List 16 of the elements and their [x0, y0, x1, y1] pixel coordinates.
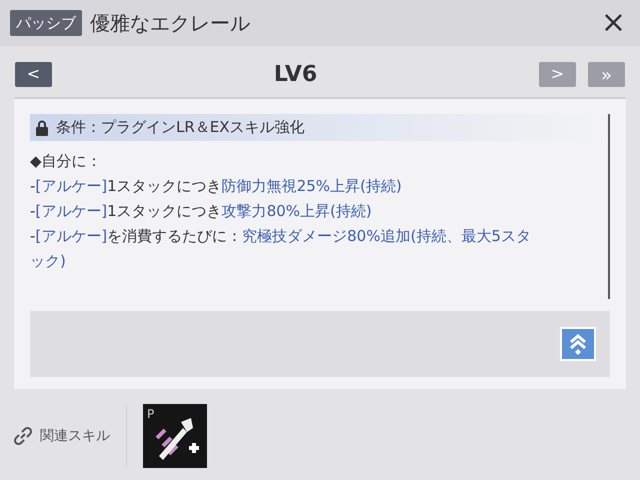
lock-icon [36, 120, 48, 136]
passive-badge: パッシブ [10, 10, 82, 36]
double-chevron-up-icon [569, 333, 587, 355]
related-skill-icon[interactable]: P [143, 404, 207, 468]
link-icon [12, 425, 34, 447]
effect-line: ◆自分に： [30, 151, 103, 172]
skill-title: 優雅なエクレール [90, 10, 250, 37]
condition-text: 条件：プラグインLR＆EXスキル強化 [56, 117, 305, 138]
effect-line: -[アルケー]を消費するたびに：究極技ダメージ80%追加(持続、最大5スタック) [30, 226, 531, 272]
collapse-button[interactable] [560, 327, 596, 361]
level-label: LV6 [272, 60, 318, 88]
prev-level-button[interactable]: < [15, 62, 52, 86]
related-skills-label: 関連スキル [40, 426, 110, 446]
close-button[interactable]: × [596, 8, 630, 38]
effect-line: -[アルケー]1スタックにつき 防御力無視25%上昇(持続) [30, 176, 403, 197]
effect-line: -[アルケー]1スタックにつき攻撃力80%上昇(持続) [30, 201, 373, 222]
